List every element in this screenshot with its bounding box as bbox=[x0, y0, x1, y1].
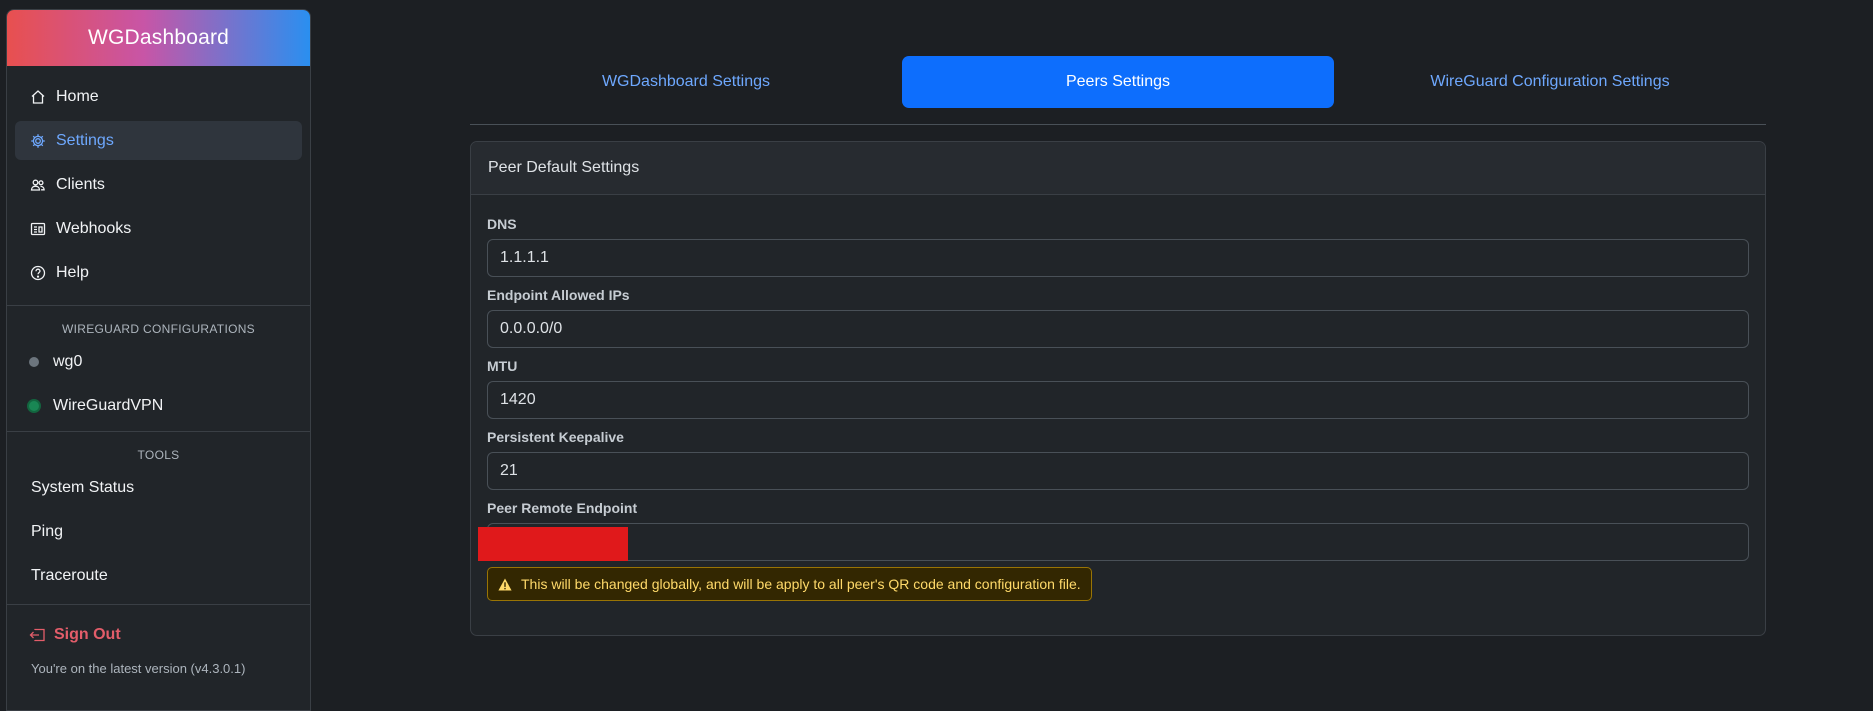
peer-remote-endpoint-input[interactable] bbox=[487, 523, 1749, 561]
dns-label: DNS bbox=[487, 216, 517, 232]
sidebar-item-help[interactable]: Help bbox=[15, 253, 302, 292]
sidebar-item-clients[interactable]: Clients bbox=[15, 165, 302, 204]
peer-remote-endpoint-wrap bbox=[478, 523, 1749, 561]
tool-item-system-status[interactable]: System Status bbox=[7, 466, 310, 510]
sign-out-button[interactable]: Sign Out bbox=[7, 613, 310, 657]
sidebar-item-webhooks[interactable]: Webhooks bbox=[15, 209, 302, 248]
sign-out-label: Sign Out bbox=[54, 626, 121, 643]
people-icon bbox=[29, 176, 47, 194]
tabs-divider bbox=[470, 124, 1766, 125]
persistent-keepalive-input[interactable] bbox=[487, 452, 1749, 490]
sidebar-item-settings[interactable]: Settings bbox=[15, 121, 302, 160]
global-change-warning: This will be changed globally, and will … bbox=[487, 567, 1092, 601]
redaction-box bbox=[478, 527, 628, 561]
mtu-label: MTU bbox=[487, 358, 518, 374]
warning-triangle-icon bbox=[498, 578, 512, 591]
config-item-label: wg0 bbox=[53, 353, 83, 370]
tool-item-traceroute[interactable]: Traceroute bbox=[7, 554, 310, 598]
card-body: DNS Endpoint Allowed IPs MTU Persistent … bbox=[471, 195, 1765, 601]
config-item-wireguardvpn[interactable]: WireGuardVPN bbox=[7, 384, 310, 428]
persistent-keepalive-label: Persistent Keepalive bbox=[487, 429, 624, 445]
sidebar-item-label: Settings bbox=[56, 131, 114, 149]
house-icon bbox=[29, 88, 47, 106]
card-title: Peer Default Settings bbox=[471, 142, 1765, 195]
question-circle-icon bbox=[29, 264, 47, 282]
warning-text: This will be changed globally, and will … bbox=[521, 576, 1081, 592]
sidebar: WGDashboard Home Settings Clients Webhoo… bbox=[6, 9, 311, 711]
sidebar-nav: Home Settings Clients Webhooks Help bbox=[7, 66, 310, 305]
sidebar-item-label: Webhooks bbox=[56, 219, 132, 237]
version-text: You're on the latest version (v4.3.0.1) bbox=[31, 661, 246, 676]
tool-item-ping[interactable]: Ping bbox=[7, 510, 310, 554]
configs-section-title: WIREGUARD CONFIGURATIONS bbox=[62, 322, 255, 336]
tools-section-title: TOOLS bbox=[137, 448, 180, 462]
tab-wgdashboard-settings[interactable]: WGDashboard Settings bbox=[470, 56, 902, 108]
settings-tabs: WGDashboard Settings Peers Settings Wire… bbox=[470, 56, 1766, 108]
sidebar-divider bbox=[7, 604, 310, 605]
sidebar-item-label: Clients bbox=[56, 175, 105, 193]
config-item-label: WireGuardVPN bbox=[53, 397, 164, 414]
tab-wireguard-configuration-settings[interactable]: WireGuard Configuration Settings bbox=[1334, 56, 1766, 108]
sidebar-item-home[interactable]: Home bbox=[15, 77, 302, 116]
status-dot-icon bbox=[29, 401, 39, 411]
config-item-wg0[interactable]: wg0 bbox=[7, 340, 310, 384]
webhook-icon bbox=[29, 220, 47, 238]
sidebar-item-label: Home bbox=[56, 87, 99, 105]
gear-icon bbox=[29, 132, 47, 150]
sidebar-item-label: Help bbox=[56, 263, 89, 281]
endpoint-allowed-ips-input[interactable] bbox=[487, 310, 1749, 348]
brand-title[interactable]: WGDashboard bbox=[7, 10, 310, 66]
tab-peers-settings[interactable]: Peers Settings bbox=[902, 56, 1334, 108]
peer-default-settings-card: Peer Default Settings DNS Endpoint Allow… bbox=[470, 141, 1766, 636]
box-arrow-left-icon bbox=[29, 627, 46, 643]
mtu-input[interactable] bbox=[487, 381, 1749, 419]
peer-remote-endpoint-label: Peer Remote Endpoint bbox=[487, 500, 638, 516]
status-dot-icon bbox=[29, 357, 39, 367]
dns-input[interactable] bbox=[487, 239, 1749, 277]
endpoint-allowed-ips-label: Endpoint Allowed IPs bbox=[487, 287, 630, 303]
